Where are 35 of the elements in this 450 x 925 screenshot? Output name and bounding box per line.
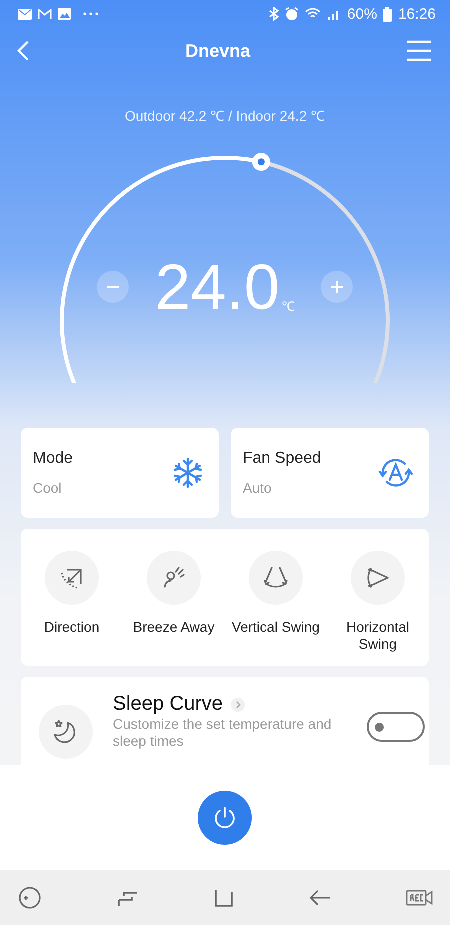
clock-time: 16:26 <box>398 6 436 22</box>
setting-card[interactable]: Mode Cool <box>21 428 219 518</box>
temperature-unit: ℃ <box>282 298 295 315</box>
plus-icon <box>330 281 343 293</box>
chevron-icon[interactable] <box>231 698 246 712</box>
mail-icon <box>18 8 32 20</box>
power-icon <box>212 804 238 830</box>
bluetooth-icon <box>269 7 280 21</box>
card-label: Mode <box>33 450 74 468</box>
setting-card[interactable]: Fan Speed Auto <box>231 428 429 518</box>
vertical-swing-icon <box>262 565 290 591</box>
card-label: Fan Speed <box>243 450 322 468</box>
power-button[interactable] <box>198 790 252 844</box>
set-temperature: 24.0 <box>155 255 280 319</box>
sleep-toggle[interactable] <box>367 712 425 742</box>
image-icon <box>58 8 71 20</box>
snowflake-icon <box>171 456 205 490</box>
function-label: Horizontal Swing <box>345 619 411 653</box>
battery-icon <box>383 6 392 22</box>
battery-percentage: 60% <box>347 6 378 22</box>
card-value: Cool <box>33 480 63 496</box>
dial-handle[interactable] <box>252 153 270 172</box>
function-label: Vertical Swing <box>231 619 321 636</box>
sleep-description: Customize the set temperature and sleep times <box>113 716 333 750</box>
minus-icon <box>107 286 120 288</box>
sleep-title: Sleep Curve <box>113 693 224 716</box>
menu-button[interactable] <box>404 38 434 64</box>
card-value: Auto <box>243 480 273 496</box>
alarm-icon <box>285 7 300 21</box>
more-icon <box>83 12 99 16</box>
room-title: Dnevna <box>185 40 251 62</box>
temperature-readings: Outdoor 42.2 ℃ / Indoor 24.2 ℃ <box>124 107 326 125</box>
wifi-icon <box>305 8 322 20</box>
function-label: Direction <box>43 619 101 636</box>
function-label: Breeze Away <box>132 619 216 636</box>
